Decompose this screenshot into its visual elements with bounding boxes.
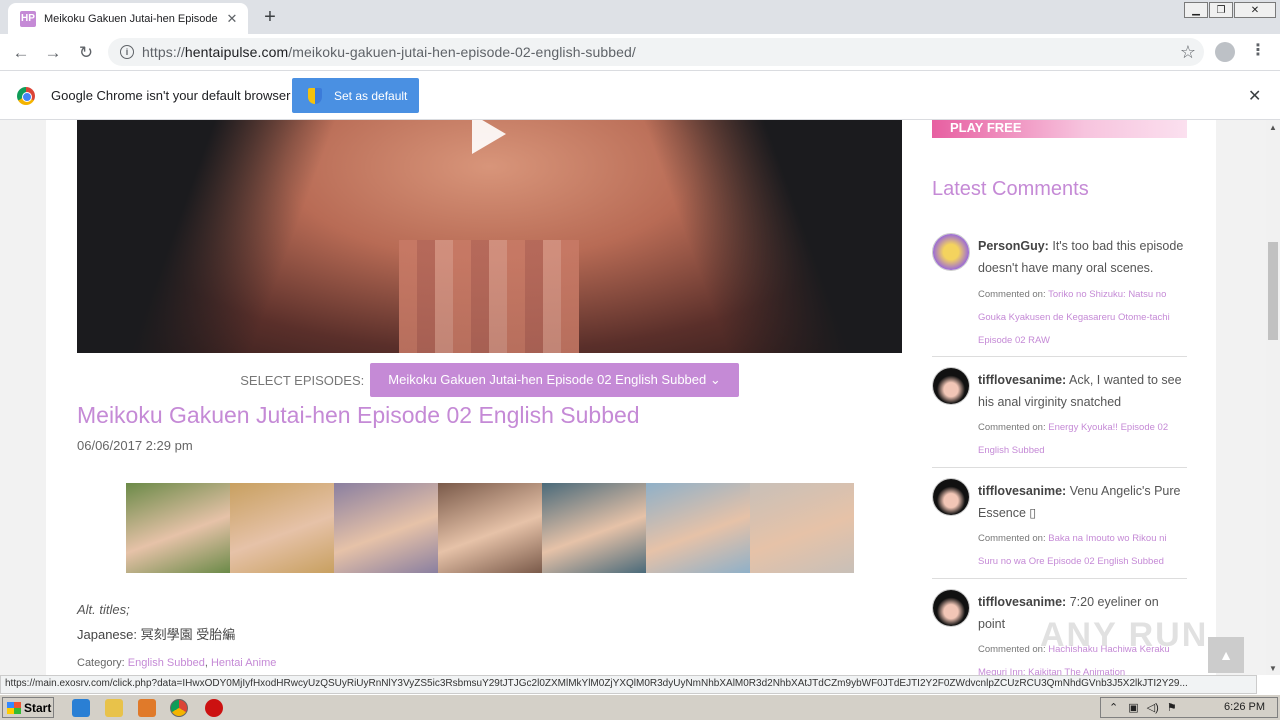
set-as-default-label: Set as default	[334, 88, 408, 103]
anyrun-watermark: ANY RUN	[1040, 616, 1209, 654]
default-browser-infobar: Google Chrome isn't your default browser…	[0, 72, 1280, 120]
comment-item: PersonGuy: It's too bad this episode doe…	[932, 233, 1187, 357]
category-link-english-subbed[interactable]: English Subbed	[128, 657, 205, 669]
restore-icon[interactable]: ❐	[1209, 2, 1233, 18]
comment-author[interactable]: tifflovesanime:	[978, 484, 1066, 498]
scroll-down-icon[interactable]: ▼	[1266, 661, 1280, 675]
ad-thumbnail[interactable]	[126, 483, 230, 573]
japanese-title: Japanese: 冥刻學園 受胎編	[77, 627, 236, 642]
volume-icon[interactable]: ◁)	[1147, 701, 1159, 714]
latest-comments-heading: Latest Comments	[932, 178, 1089, 200]
comment-item: tifflovesanime: Venu Angelic's Pure Esse…	[932, 478, 1187, 579]
post-date: 06/06/2017 2:29 pm	[77, 438, 193, 453]
minimize-icon[interactable]: ▁	[1184, 2, 1208, 18]
select-episodes-label: SELECT EPISODES:	[240, 372, 365, 388]
category-link-hentai-anime[interactable]: Hentai Anime	[211, 657, 276, 669]
ad-thumbnail[interactable]	[230, 483, 334, 573]
flag-icon[interactable]: ⚑	[1167, 701, 1177, 714]
episode-select-dropdown[interactable]: Meikoku Gakuen Jutai-hen Episode 02 Engl…	[370, 363, 739, 397]
new-tab-icon[interactable]: +	[258, 5, 282, 29]
url-text: https://hentaipulse.com/meikoku-gakuen-j…	[142, 44, 636, 60]
folder-icon[interactable]	[105, 699, 123, 717]
infobar-message: Google Chrome isn't your default browser	[51, 88, 291, 103]
avatar	[932, 478, 970, 516]
play-icon[interactable]	[472, 120, 506, 154]
profile-avatar-icon[interactable]	[1215, 42, 1235, 62]
scrollbar-thumb[interactable]	[1268, 242, 1278, 340]
taskbar-clock[interactable]: 6:26 PM	[1224, 701, 1265, 713]
page-viewport: SELECT EPISODES: Meikoku Gakuen Jutai-he…	[0, 120, 1266, 675]
chrome-menu-icon[interactable]: ⋮	[1250, 40, 1266, 60]
comment-item: tifflovesanime: Ack, I wanted to see his…	[932, 367, 1187, 468]
ad-thumbnail[interactable]	[438, 483, 542, 573]
windows-taskbar: Start ⌃ ▣ ◁) ⚑ 6:26 PM	[0, 694, 1280, 720]
address-bar[interactable]: i https://hentaipulse.com/meikoku-gakuen…	[108, 38, 1204, 66]
uac-shield-icon	[308, 87, 322, 104]
browser-tab[interactable]: HP Meikoku Gakuen Jutai-hen Episode 0 ✕	[8, 3, 248, 34]
video-player[interactable]	[77, 120, 902, 353]
category-label: Category:	[77, 657, 125, 669]
post-categories: Category: English Subbed, Hentai Anime	[77, 657, 277, 669]
ad-thumbnail[interactable]	[646, 483, 750, 573]
network-icon[interactable]: ▣	[1128, 701, 1138, 714]
post-title[interactable]: Meikoku Gakuen Jutai-hen Episode 02 Engl…	[77, 402, 640, 429]
set-as-default-button[interactable]: Set as default	[292, 78, 419, 113]
close-window-icon[interactable]: ✕	[1234, 2, 1276, 18]
site-info-icon[interactable]: i	[120, 45, 134, 59]
back-icon[interactable]: ←	[8, 40, 34, 66]
commented-on-label: Commented on:	[978, 289, 1046, 300]
vertical-scrollbar[interactable]: ▲ ▼	[1266, 120, 1280, 675]
media-player-icon[interactable]	[138, 699, 156, 717]
alt-titles-label: Alt. titles;	[77, 602, 130, 617]
commented-on-label: Commented on:	[978, 644, 1046, 655]
tab-strip: HP Meikoku Gakuen Jutai-hen Episode 0 ✕ …	[0, 0, 1280, 34]
browser-toolbar: ← → ↻ i https://hentaipulse.com/meikoku-…	[0, 34, 1280, 71]
tray-expand-icon[interactable]: ⌃	[1109, 701, 1118, 714]
ie-icon[interactable]	[72, 699, 90, 717]
tab-title: Meikoku Gakuen Jutai-hen Episode 0	[44, 12, 218, 25]
ad-thumbnail-strip[interactable]	[126, 483, 854, 573]
mosaic-area	[399, 240, 579, 353]
start-button[interactable]: Start	[2, 697, 54, 718]
status-bar-url: https://main.exosrv.com/click.php?data=I…	[0, 675, 1257, 694]
forward-icon[interactable]: →	[40, 40, 66, 66]
windows-logo-icon	[7, 701, 21, 714]
chrome-logo-icon	[17, 87, 35, 105]
comment-author[interactable]: PersonGuy:	[978, 239, 1049, 253]
avatar	[932, 367, 970, 405]
ad-thumbnail[interactable]	[750, 483, 854, 573]
alert-icon[interactable]	[205, 699, 223, 717]
content-container: SELECT EPISODES: Meikoku Gakuen Jutai-he…	[46, 120, 1216, 675]
comment-author[interactable]: tifflovesanime:	[978, 373, 1066, 387]
ad-thumbnail[interactable]	[542, 483, 646, 573]
scroll-to-top-button[interactable]: ▲	[1208, 637, 1244, 673]
chrome-taskbar-icon[interactable]	[170, 699, 188, 717]
scroll-up-icon[interactable]: ▲	[1266, 120, 1280, 134]
ad-thumbnail[interactable]	[334, 483, 438, 573]
system-tray: ⌃ ▣ ◁) ⚑ 6:26 PM	[1100, 697, 1278, 718]
close-tab-icon[interactable]: ✕	[224, 11, 240, 27]
infobar-close-icon[interactable]: ✕	[1248, 86, 1261, 106]
site-favicon-icon: HP	[20, 10, 36, 27]
commented-on-label: Commented on:	[978, 533, 1046, 544]
commented-on-label: Commented on:	[978, 422, 1046, 433]
comment-author[interactable]: tifflovesanime:	[978, 595, 1066, 609]
reload-icon[interactable]: ↻	[73, 40, 99, 66]
bookmark-star-icon[interactable]: ☆	[1180, 42, 1196, 63]
sidebar-ad-banner[interactable]: PLAY FREE	[932, 120, 1187, 138]
episode-select-row: SELECT EPISODES: Meikoku Gakuen Jutai-he…	[77, 363, 902, 397]
avatar	[932, 233, 970, 271]
avatar	[932, 589, 970, 627]
